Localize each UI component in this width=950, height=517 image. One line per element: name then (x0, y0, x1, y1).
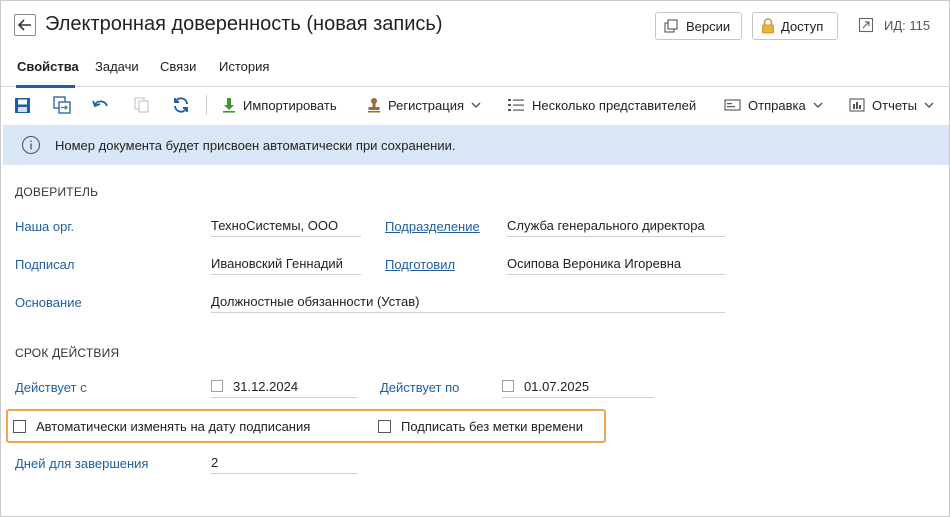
id-label: ИД: 115 (884, 17, 931, 33)
representatives-label: Несколько представителей (532, 97, 697, 113)
chevron-down-icon (813, 102, 823, 108)
org-field[interactable]: ТехноСистемы, ООО (211, 215, 361, 237)
no-timestamp-checkbox[interactable] (378, 420, 391, 433)
department-link[interactable]: Подразделение (385, 219, 480, 234)
reports-label: Отчеты (872, 97, 917, 113)
chevron-down-icon (471, 102, 481, 108)
basis-field[interactable]: Должностные обязанности (Устав) (211, 291, 725, 313)
tab-history[interactable]: История (219, 59, 269, 74)
access-button[interactable]: Доступ (752, 12, 838, 40)
record-id: ИД: 115 (858, 17, 930, 33)
prepared-link[interactable]: Подготовил (385, 257, 455, 272)
section-validity: СРОК ДЕЙСТВИЯ (15, 346, 120, 360)
valid-to-label: Действует по (380, 380, 460, 395)
refresh-icon[interactable] (172, 96, 190, 114)
import-label: Импортировать (243, 97, 337, 113)
valid-from-value: 31.12.2024 (233, 379, 299, 394)
no-timestamp-option[interactable]: Подписать без метки времени (378, 419, 583, 434)
signer-field[interactable]: Ивановский Геннадий (211, 253, 361, 275)
prepared-field[interactable]: Осипова Вероника Игоревна (507, 253, 725, 275)
info-banner: Номер документа будет присвоен автоматич… (3, 125, 949, 165)
stamp-icon (368, 98, 380, 113)
registration-label: Регистрация (388, 97, 464, 113)
chevron-down-icon (924, 102, 934, 108)
send-icon (724, 99, 741, 111)
tab-links[interactable]: Связи (160, 59, 196, 74)
auto-change-option[interactable]: Автоматически изменять на дату подписани… (13, 419, 310, 434)
arrow-left-icon (18, 19, 31, 31)
tab-bar: Свойства Задачи Связи История (1, 53, 949, 88)
info-icon (21, 135, 41, 155)
document-window: Электронная доверенность (новая запись) … (0, 0, 950, 517)
auto-change-label: Автоматически изменять на дату подписани… (36, 419, 311, 434)
toolbar: Импортировать Регистрация Несколько пред… (1, 87, 949, 123)
section-principal: ДОВЕРИТЕЛЬ (15, 185, 99, 199)
calendar-icon[interactable] (502, 380, 514, 392)
download-arrow-icon (223, 98, 235, 113)
multiple-representatives-button[interactable]: Несколько представителей (507, 95, 696, 115)
save-icon[interactable] (13, 96, 31, 114)
access-label: Доступ (781, 18, 824, 34)
toolbar-divider (206, 95, 207, 115)
versions-label: Версии (686, 18, 731, 34)
valid-from-label: Действует с (15, 380, 87, 395)
registration-button[interactable]: Регистрация (367, 95, 481, 115)
valid-from-field[interactable]: 31.12.2024 (211, 376, 357, 398)
no-timestamp-label: Подписать без метки времени (401, 419, 583, 434)
tab-tasks[interactable]: Задачи (95, 59, 139, 74)
copy-icon (133, 96, 151, 114)
banner-text: Номер документа будет присвоен автоматич… (55, 138, 456, 153)
external-link-icon[interactable] (858, 17, 874, 33)
versions-icon (664, 19, 678, 33)
tab-properties[interactable]: Свойства (17, 59, 79, 74)
valid-to-value: 01.07.2025 (524, 379, 590, 394)
versions-button[interactable]: Версии (655, 12, 742, 40)
days-label: Дней для завершения (15, 456, 149, 471)
department-field[interactable]: Служба генерального директора (507, 215, 725, 237)
page-title: Электронная доверенность (новая запись) (45, 13, 443, 35)
import-button[interactable]: Импортировать (222, 95, 337, 115)
send-button[interactable]: Отправка (724, 95, 823, 115)
list-icon (508, 99, 524, 111)
auto-change-checkbox[interactable] (13, 420, 26, 433)
save-close-icon[interactable] (53, 96, 71, 114)
org-label: Наша орг. (15, 219, 75, 234)
back-button[interactable] (14, 14, 36, 36)
header: Электронная доверенность (новая запись) … (1, 1, 949, 51)
days-field[interactable]: 2 (211, 452, 357, 474)
basis-label: Основание (15, 295, 82, 310)
reports-button[interactable]: Отчеты (849, 95, 934, 115)
chart-icon (849, 98, 865, 112)
lock-icon (762, 18, 774, 34)
signer-label: Подписал (15, 257, 75, 272)
undo-icon[interactable] (92, 96, 110, 114)
valid-to-field[interactable]: 01.07.2025 (502, 376, 654, 398)
calendar-icon[interactable] (211, 380, 223, 392)
send-label: Отправка (748, 97, 806, 113)
